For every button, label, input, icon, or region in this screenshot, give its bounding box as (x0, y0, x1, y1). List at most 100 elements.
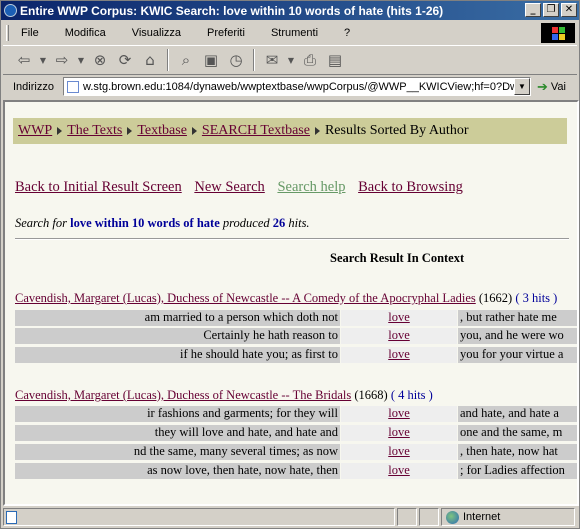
table-row: they will love and hate, and hate and lo… (15, 425, 577, 441)
table-row: nd the same, many several times; as now … (15, 444, 577, 460)
window-title: Entire WWP Corpus: KWIC Search: love wit… (20, 3, 444, 18)
back-to-initial-link[interactable]: Back to Initial Result Screen (15, 179, 182, 195)
back-to-browsing-link[interactable]: Back to Browsing (358, 179, 463, 195)
search-summary: Search for love within 10 words of hate … (15, 216, 310, 230)
context-left: Certainly he hath reason to (15, 328, 340, 344)
context-left: am married to a person which doth not (15, 310, 340, 326)
context-heading: Search Result In Context (330, 251, 465, 265)
security-zone: Internet (441, 508, 575, 526)
title-bar: Entire WWP Corpus: KWIC Search: love wit… (1, 1, 579, 20)
context-left: nd the same, many several times; as now (15, 444, 340, 460)
result-year: (1662) (478, 291, 513, 305)
page-icon (67, 80, 79, 93)
address-bar: Indirizzo w.stg.brown.edu:1084/dynaweb/w… (3, 76, 577, 98)
table-row: ir fashions and garments; for they will … (15, 406, 577, 422)
context-left: they will love and hate, and hate and (15, 425, 340, 441)
mail-dropdown-icon[interactable]: ▼ (286, 49, 296, 71)
back-dropdown-icon[interactable]: ▼ (38, 49, 48, 71)
context-right: , then hate, now hat (458, 444, 577, 460)
maximize-button[interactable]: ❐ (543, 3, 559, 17)
menu-visualizza[interactable]: Visualizza (114, 27, 189, 39)
result-title-link[interactable]: Cavendish, Margaret (Lucas), Duchess of … (15, 291, 476, 305)
status-bar: Internet (3, 508, 577, 528)
search-icon[interactable]: ⌕ (175, 49, 197, 71)
context-right: and hate, and hate a (458, 406, 577, 422)
result-header: Cavendish, Margaret (Lucas), Duchess of … (15, 291, 557, 306)
breadcrumb-textbase[interactable]: Textbase (137, 123, 187, 139)
address-url[interactable]: w.stg.brown.edu:1084/dynaweb/wwptextbase… (83, 81, 518, 93)
context-left: if he should hate you; as first to (15, 347, 340, 363)
context-right: , but rather hate me (458, 310, 577, 326)
zone-label: Internet (463, 511, 501, 523)
keyword-link[interactable]: love (388, 310, 410, 324)
breadcrumb-arrow-icon (127, 127, 133, 135)
go-button[interactable]: ➔ Vai (537, 79, 566, 95)
globe-icon (446, 510, 459, 524)
context-right: one and the same, m (458, 425, 577, 441)
nav-links: Back to Initial Result Screen New Search… (15, 179, 472, 196)
keyword-link[interactable]: love (388, 347, 410, 361)
breadcrumb-the-texts[interactable]: The Texts (67, 123, 122, 139)
context-right: ; for Ladies affection (458, 463, 577, 479)
stop-icon[interactable]: ⊗ (89, 49, 111, 71)
page-viewport[interactable]: WWP The Texts Textbase SEARCH Textbase R… (3, 100, 579, 506)
breadcrumb: WWP The Texts Textbase SEARCH Textbase R… (13, 118, 567, 144)
breadcrumb-arrow-icon (314, 127, 320, 135)
keyword-link[interactable]: love (388, 425, 410, 439)
minimize-button[interactable]: _ (525, 3, 541, 17)
menu-preferiti[interactable]: Preferiti (189, 27, 253, 39)
new-search-link[interactable]: New Search (194, 179, 264, 195)
table-row: as now love, then hate, now hate, then l… (15, 463, 577, 479)
search-help-link[interactable]: Search help (277, 179, 345, 195)
result-year: (1668) (354, 388, 388, 402)
context-right: you, and he were wo (458, 328, 577, 344)
go-arrow-icon: ➔ (537, 79, 548, 94)
browser-window: Entire WWP Corpus: KWIC Search: love wit… (0, 0, 580, 529)
context-right: you for your virtue a (458, 347, 577, 363)
breadcrumb-current: Results Sorted By Author (324, 123, 469, 138)
home-icon[interactable]: ⌂ (139, 49, 161, 71)
menu-strumenti[interactable]: Strumenti (253, 27, 326, 39)
forward-dropdown-icon[interactable]: ▼ (76, 49, 86, 71)
keyword-link[interactable]: love (388, 463, 410, 477)
table-row: if he should hate you; as first to love … (15, 347, 577, 363)
divider (15, 238, 569, 240)
history-icon[interactable]: ◷ (225, 49, 247, 71)
forward-icon[interactable]: ⇨ (51, 49, 73, 71)
result-title-link[interactable]: Cavendish, Margaret (Lucas), Duchess of … (15, 388, 351, 402)
edit-icon[interactable]: ▤ (324, 49, 346, 71)
menu-file[interactable]: File (3, 27, 47, 39)
table-row: am married to a person which doth not lo… (15, 310, 577, 326)
keyword-link[interactable]: love (388, 444, 410, 458)
breadcrumb-arrow-icon (57, 127, 63, 135)
keyword-link[interactable]: love (388, 406, 410, 420)
breadcrumb-search-textbase[interactable]: SEARCH Textbase (202, 123, 310, 139)
hit-count: 26 (272, 216, 286, 230)
address-label: Indirizzo (13, 81, 54, 93)
refresh-icon[interactable]: ⟳ (114, 49, 136, 71)
print-icon[interactable]: ⎙ (299, 49, 321, 71)
page-icon (6, 510, 17, 524)
standard-toolbar: ⇦ ▼ ⇨ ▼ ⊗ ⟳ ⌂ ⌕ ▣ ◷ ✉ ▼ ⎙ ▤ (3, 45, 577, 75)
menu-modifica[interactable]: Modifica (47, 27, 114, 39)
context-left: ir fashions and garments; for they will (15, 406, 340, 422)
address-input[interactable]: w.stg.brown.edu:1084/dynaweb/wwptextbase… (63, 77, 531, 96)
favorites-icon[interactable]: ▣ (200, 49, 222, 71)
menu-help[interactable]: ? (326, 27, 358, 39)
back-icon[interactable]: ⇦ (13, 49, 35, 71)
table-row: Certainly he hath reason to love you, an… (15, 328, 577, 344)
search-query: love within 10 words of hate (70, 216, 220, 230)
menu-bar: File Modifica Visualizza Preferiti Strum… (3, 22, 577, 44)
page-content: WWP The Texts Textbase SEARCH Textbase R… (5, 102, 577, 504)
context-left: as now love, then hate, now hate, then (15, 463, 340, 479)
breadcrumb-wwp[interactable]: WWP (18, 123, 52, 139)
close-button[interactable]: ✕ (561, 3, 577, 17)
result-header: Cavendish, Margaret (Lucas), Duchess of … (15, 388, 433, 403)
keyword-link[interactable]: love (388, 328, 410, 342)
result-hits: ( 4 hits ) (390, 388, 433, 402)
address-dropdown-icon[interactable]: ▼ (514, 78, 530, 95)
ie-icon (4, 4, 17, 17)
mail-icon[interactable]: ✉ (261, 49, 283, 71)
breadcrumb-arrow-icon (191, 127, 197, 135)
status-text (3, 508, 395, 526)
